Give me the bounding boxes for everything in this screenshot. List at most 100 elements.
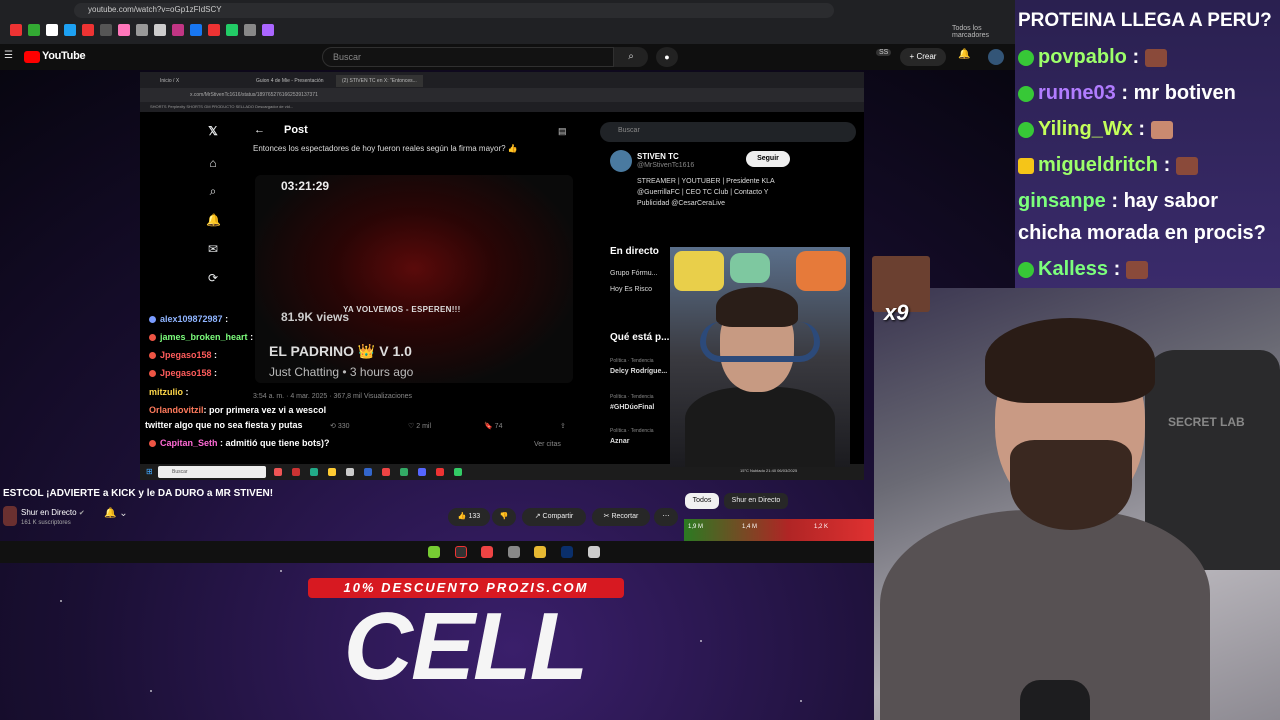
chrome-icon[interactable]	[481, 546, 493, 558]
dock-app-icon[interactable]	[428, 546, 440, 558]
bookmark-icon[interactable]	[172, 24, 184, 36]
embedded-address-bar[interactable]: x.com/MrStivenTc1616/status/189765276166…	[140, 88, 864, 102]
bookmark-icon[interactable]	[154, 24, 166, 36]
like-button[interactable]: 👍 133	[448, 508, 490, 526]
chat-message: mitzulio :	[149, 387, 189, 397]
bookmark-icon[interactable]	[136, 24, 148, 36]
recommended-thumbnails[interactable]	[684, 519, 874, 541]
x-logo-icon[interactable]: 𝕏	[206, 124, 220, 138]
profile-name[interactable]: STIVEN TC	[637, 152, 679, 161]
brave-icon[interactable]	[274, 468, 282, 476]
embedded-tab[interactable]: Inicio / X	[154, 75, 185, 87]
menu-icon[interactable]: ☰	[4, 50, 13, 61]
embedded-tab[interactable]: (2) STIVEN TC en X: "Entonces...	[336, 75, 423, 87]
tweet-media[interactable]: 03:21:29 YA VOLVEMOS - ESPEREN!!! 81.9K …	[255, 175, 573, 383]
bookmark-icon[interactable]	[226, 24, 238, 36]
trend-name[interactable]: Aznar	[610, 438, 629, 445]
like-count[interactable]: ♡ 2 mil	[408, 422, 431, 430]
bookmark-icon[interactable]	[190, 24, 202, 36]
chat-username[interactable]: james_broken_heart	[160, 332, 248, 342]
app-icon[interactable]	[436, 468, 444, 476]
share-button[interactable]: ↗ Compartir	[522, 508, 586, 526]
chat-text: :	[1126, 46, 1140, 68]
bookmark-icon[interactable]	[244, 24, 256, 36]
folder-icon[interactable]	[328, 468, 336, 476]
bookmark-count[interactable]: 🔖 74	[484, 422, 502, 430]
search-input[interactable]: Buscar	[322, 47, 614, 67]
dock-app-icon[interactable]	[588, 546, 600, 558]
chat-username[interactable]: migueldritch	[1038, 154, 1158, 176]
chat-username[interactable]: povpablo	[1038, 46, 1127, 68]
taskbar-search[interactable]: Buscar	[158, 466, 266, 478]
subscription-bell-icon[interactable]: 🔔 ⌄	[104, 508, 140, 526]
bookmark-icon[interactable]	[262, 24, 274, 36]
bookmark-icon[interactable]	[10, 24, 22, 36]
notifications-icon[interactable]: 🔔	[206, 213, 221, 227]
back-arrow-icon[interactable]: ←	[254, 124, 265, 136]
chat-username[interactable]: Orlandovitzil	[149, 405, 204, 415]
chat-username[interactable]: Jpegaso158	[160, 350, 212, 360]
chat-username[interactable]: Kalless	[1038, 258, 1108, 280]
create-button[interactable]: + Crear	[900, 48, 946, 66]
chat-username[interactable]: Jpegaso158	[160, 368, 212, 378]
folder-icon[interactable]	[534, 546, 546, 558]
bookmark-icon[interactable]	[64, 24, 76, 36]
chat-username[interactable]: mitzulio	[149, 387, 183, 397]
x-search-input[interactable]: Buscar	[600, 122, 856, 142]
embedded-tab[interactable]: Guion 4 de Mie - Presentación	[250, 75, 330, 87]
app-icon[interactable]	[400, 468, 408, 476]
bookmark-icon[interactable]	[100, 24, 112, 36]
windows-start-icon[interactable]: ⊞	[146, 467, 153, 476]
share-icon[interactable]: ⇪	[560, 422, 566, 430]
app-icon[interactable]	[292, 468, 300, 476]
app-icon[interactable]	[364, 468, 372, 476]
search-icon[interactable]: ⌕	[614, 47, 648, 67]
trend-name[interactable]: #GHDúoFinal	[610, 404, 654, 411]
chat-username[interactable]: alex109872987	[160, 314, 223, 324]
channel-avatar[interactable]	[3, 506, 17, 526]
chat-username[interactable]: Yiling_Wx	[1038, 118, 1133, 140]
reader-icon[interactable]: ▤	[558, 126, 567, 137]
youtube-logo-text[interactable]: YouTube	[42, 50, 86, 62]
bookmark-icon[interactable]	[118, 24, 130, 36]
store-icon[interactable]	[346, 468, 354, 476]
messages-icon[interactable]: ✉	[206, 242, 220, 256]
photoshop-icon[interactable]	[561, 546, 573, 558]
bookmark-icon[interactable]	[208, 24, 220, 36]
app-icon[interactable]	[454, 468, 462, 476]
ver-citas-link[interactable]: Ver citas	[534, 441, 561, 448]
chat-username[interactable]: Capitan_Seth	[160, 438, 218, 448]
retweet-count[interactable]: ⟲ 330	[330, 422, 350, 430]
search-icon[interactable]: ⌕	[206, 184, 220, 198]
channel-name[interactable]: Shur en Directo ✔	[21, 508, 85, 517]
live-item[interactable]: Grupo Fórmu...	[610, 270, 657, 277]
bookmark-icon[interactable]	[28, 24, 40, 36]
bookmark-icon[interactable]	[82, 24, 94, 36]
home-icon[interactable]: ⌂	[206, 156, 220, 170]
notifications-bell-icon[interactable]: 🔔	[958, 49, 970, 60]
dock-app-icon[interactable]	[508, 546, 520, 558]
chat-username[interactable]: ginsanpe	[1018, 190, 1106, 212]
avatar[interactable]	[988, 49, 1004, 65]
live-item[interactable]: Hoy Es Risco	[610, 286, 652, 293]
more-options-icon[interactable]: ⋯	[654, 508, 678, 526]
chip-channel[interactable]: Shur en Directo	[724, 493, 788, 509]
all-bookmarks-link[interactable]: Todos los marcadores	[952, 25, 1015, 39]
chat-username[interactable]: runne03	[1038, 82, 1116, 104]
clip-button[interactable]: ✂ Recortar	[592, 508, 650, 526]
trend-name[interactable]: Delcy Rodrígue...	[610, 368, 667, 375]
profile-avatar[interactable]	[610, 150, 632, 172]
microphone-icon[interactable]: ●	[656, 47, 678, 67]
obs-icon[interactable]	[455, 546, 467, 558]
discord-icon[interactable]	[418, 468, 426, 476]
chip-all[interactable]: Todos	[685, 493, 719, 509]
address-bar[interactable]: youtube.com/watch?v=oGp1zFIdSCY	[74, 3, 834, 18]
chrome-icon[interactable]	[382, 468, 390, 476]
youtube-logo-icon[interactable]	[24, 51, 40, 63]
edge-icon[interactable]	[310, 468, 318, 476]
bookmark-icon[interactable]	[46, 24, 58, 36]
grok-icon[interactable]: ⟳	[206, 271, 220, 285]
ss-badge[interactable]: SS	[876, 49, 892, 56]
dislike-button[interactable]: 👎	[492, 508, 516, 526]
follow-button[interactable]: Seguir	[746, 151, 790, 167]
